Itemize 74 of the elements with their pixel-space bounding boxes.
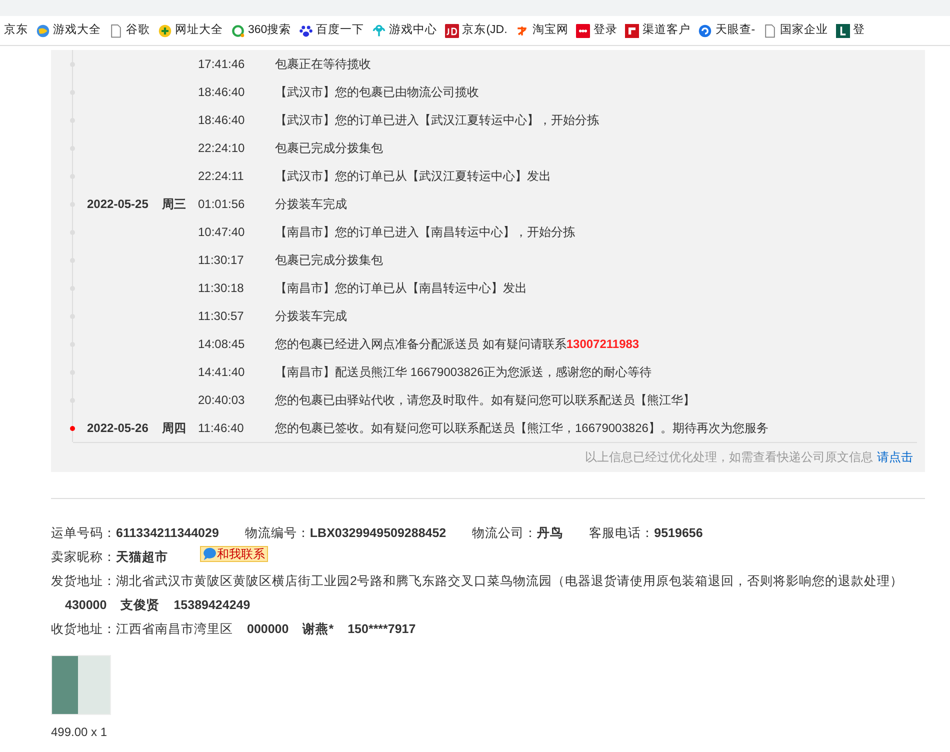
status-message: 您的包裹已签收。如有疑问您可以联系配送员【熊江华，16679003826】。期待再次为您服务: [275, 420, 768, 437]
service-phone: 客服电话：9519656: [589, 526, 703, 540]
paw-icon: [299, 24, 314, 38]
postal-code: 000000: [247, 622, 289, 636]
status-message: 分拨装车完成: [275, 196, 347, 213]
time-text: 11:30:18: [198, 281, 244, 295]
time-text: 18:46:40: [198, 113, 245, 127]
phone-number: 150****7917: [348, 622, 416, 636]
time-text: 17:41:46: [198, 57, 245, 71]
bookmark-link[interactable]: 京东: [0, 16, 32, 45]
plus-icon: [158, 24, 172, 38]
bookmark-link[interactable]: 网址大全: [154, 16, 227, 45]
status-message: 【武汉市】您的订单已从【武汉江夏转运中心】发出: [275, 168, 551, 185]
status-message: 【南昌市】您的订单已进入【南昌转运中心】，开始分拣: [275, 224, 575, 241]
seller-name: 卖家昵称：天猫超市: [51, 550, 168, 564]
chat-bubble-icon: [203, 547, 217, 561]
bookmark-link[interactable]: 360搜索: [227, 16, 296, 45]
weekday-text: 周三: [162, 197, 186, 211]
price-quantity: 499.00 x 1: [51, 724, 108, 741]
bookmark-link[interactable]: 京东(JD.: [441, 16, 512, 45]
contact-name: 支俊贤: [120, 598, 160, 612]
time-text: 14:41:40: [198, 365, 245, 379]
status-message: 分拨装车完成: [275, 308, 347, 325]
status-message: 【南昌市】您的订单已从【南昌转运中心】发出: [275, 280, 527, 297]
bookmark-link[interactable]: 游戏大全: [32, 16, 105, 45]
bookmark-link[interactable]: 登录: [572, 16, 622, 45]
time-text: 22:24:11: [198, 169, 244, 183]
status-message: 【武汉市】您的包裹已由物流公司揽收: [275, 84, 479, 101]
status-message: 包裹已完成分拨集包: [275, 252, 383, 269]
time-text: 11:30:17: [198, 253, 244, 267]
bookmark-link[interactable]: 渠道客户: [621, 16, 694, 45]
contact-seller-button[interactable]: 和我联系: [200, 546, 268, 562]
photo-placeholder: [51, 655, 111, 715]
page-icon: [109, 24, 123, 38]
time-text: 14:08:45: [198, 337, 245, 351]
bookmark-link[interactable]: 百度一下: [295, 16, 368, 45]
logo-icon: [625, 24, 640, 38]
contact-name: 谢燕*: [302, 622, 334, 636]
sender-address: 发货地址：湖北省武汉市黄陂区黄陂区横店街工业园2号路和腾飞东路交叉口菜鸟物流园（电器退货请使用原包装箱退回，否则将影响您的退款处理）: [51, 574, 903, 588]
status-message: 【南昌市】配送员熊江华 16679003826正为您派送，感谢您的耐心等待: [275, 364, 652, 381]
phone-number: 15389424249: [174, 598, 250, 612]
bookmark-link[interactable]: 登: [832, 16, 870, 45]
date-text: 2022-05-25: [87, 197, 148, 211]
date-text: 2022-05-26: [87, 421, 148, 435]
bookmark-link[interactable]: 淘宝网: [511, 16, 572, 45]
globe-icon: [36, 24, 50, 38]
bookmark-link[interactable]: 天眼查-: [694, 16, 760, 45]
postal-code: 430000: [65, 598, 107, 612]
status-message: 包裹已完成分拨集包: [275, 140, 383, 157]
time-text: 11:30:57: [198, 309, 244, 323]
waybill-number: 运单号码：611334211344029: [51, 526, 219, 540]
status-message: 【武汉市】您的订单已进入【武汉江夏转运中心】，开始分拣: [275, 112, 599, 129]
logo-icon: [836, 24, 850, 38]
time-text: 20:40:03: [198, 393, 245, 407]
status-message: 您的包裹已经进入网点准备分配派送员 如有疑问请联系13007211983: [275, 336, 640, 353]
bookmark-link[interactable]: 国家企业: [759, 16, 832, 45]
page-icon: [763, 24, 778, 38]
logistics-number: 物流编号：LBX0329949509288452: [244, 526, 446, 540]
weekday-text: 周四: [162, 421, 186, 435]
status-message: 您的包裹已由驿站代收，请您及时取件。如有疑问您可以联系配送员【熊江华】: [275, 392, 695, 409]
logistics-company: 物流公司：丹鸟: [472, 526, 564, 540]
time-text: 10:47:40: [198, 225, 245, 239]
time-text: 18:46:40: [198, 85, 245, 99]
bookmark-link[interactable]: 谷歌: [105, 16, 154, 45]
notice-text: 以上信息已经过优化处理，如需查看快递公司原文信息: [585, 450, 873, 464]
time-text: 11:46:40: [198, 421, 244, 435]
ring-icon: [231, 24, 245, 38]
status-message: 包裹正在等待揽收: [275, 56, 371, 73]
time-text: 01:01:56: [198, 197, 245, 211]
original-info-link[interactable]: 请点击: [877, 450, 913, 464]
receiver-address: 收货地址：江西省南昌市湾里区: [51, 622, 233, 636]
bookmark-link[interactable]: 游戏中心: [368, 16, 442, 45]
swirl-icon: [698, 24, 712, 38]
time-text: 22:24:10: [198, 141, 245, 155]
